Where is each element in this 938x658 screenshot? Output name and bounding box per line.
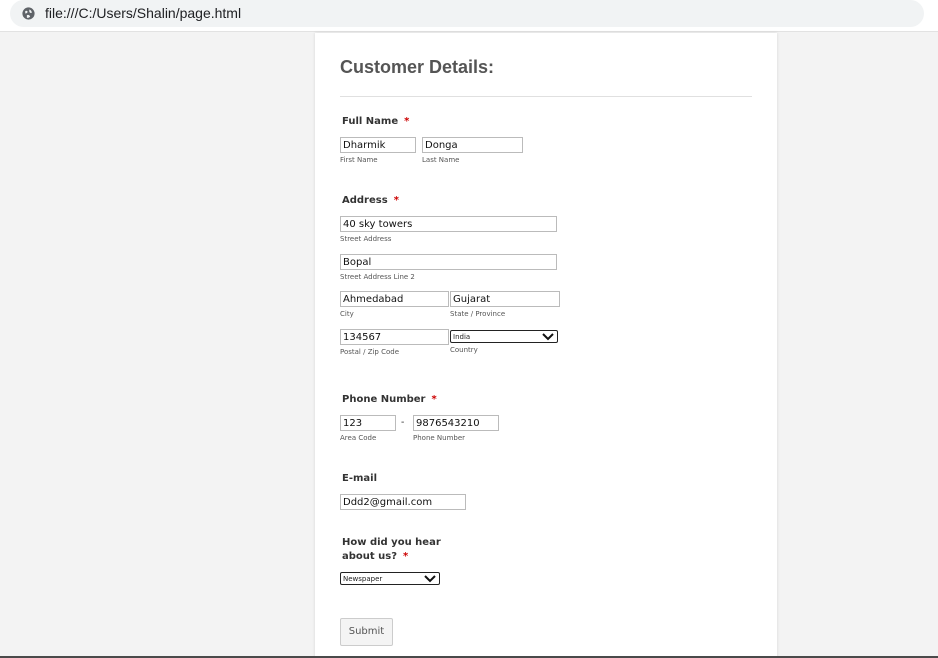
country-select[interactable]: India xyxy=(450,330,558,343)
hear-about-selected-value: Newspaper xyxy=(343,575,383,583)
street-address-line2-input[interactable]: Bopal xyxy=(340,254,557,270)
phone-number-input[interactable]: 9876543210 xyxy=(413,415,499,431)
street-address-sublabel: Street Address xyxy=(340,235,392,243)
address-label: Address * xyxy=(342,195,399,206)
area-code-input[interactable]: 123 xyxy=(340,415,396,431)
hear-about-select[interactable]: Newspaper xyxy=(340,572,440,585)
state-sublabel: State / Province xyxy=(450,310,506,318)
street-address-line2-sublabel: Street Address Line 2 xyxy=(340,273,415,281)
street-address-input[interactable]: 40 sky towers xyxy=(340,216,557,232)
city-input[interactable]: Ahmedabad xyxy=(340,291,449,307)
browser-toolbar: file:///C:/Users/Shalin/page.html xyxy=(0,0,938,32)
required-marker: * xyxy=(403,551,409,562)
chevron-down-icon xyxy=(542,333,554,341)
last-name-input[interactable]: Donga xyxy=(422,137,523,153)
globe-icon xyxy=(22,7,35,20)
city-sublabel: City xyxy=(340,310,354,318)
state-input[interactable]: Gujarat xyxy=(450,291,560,307)
first-name-sublabel: First Name xyxy=(340,156,378,164)
email-label: E-mail xyxy=(342,473,378,484)
email-input[interactable]: Ddd2@gmail.com xyxy=(340,494,466,510)
chevron-down-icon xyxy=(424,575,436,583)
country-sublabel: Country xyxy=(450,346,478,354)
phone-number-sublabel: Phone Number xyxy=(413,434,466,442)
required-marker: * xyxy=(404,116,410,127)
first-name-input[interactable]: Dharmik xyxy=(340,137,416,153)
title-divider xyxy=(340,96,752,97)
submit-button[interactable]: Submit xyxy=(340,618,393,646)
full-name-label: Full Name * xyxy=(342,116,410,127)
hear-about-label: How did you hear about us? * xyxy=(342,537,441,562)
url-text[interactable]: file:///C:/Users/Shalin/page.html xyxy=(45,5,241,21)
phone-separator: - xyxy=(401,417,405,428)
zip-input[interactable]: 134567 xyxy=(340,329,449,345)
page-title: Customer Details: xyxy=(340,57,495,77)
phone-label: Phone Number * xyxy=(342,394,437,405)
required-marker: * xyxy=(393,195,399,206)
area-code-sublabel: Area Code xyxy=(340,434,377,442)
required-marker: * xyxy=(431,394,437,405)
zip-sublabel: Postal / Zip Code xyxy=(340,348,400,356)
country-selected-value: India xyxy=(453,333,471,341)
last-name-sublabel: Last Name xyxy=(422,156,460,164)
